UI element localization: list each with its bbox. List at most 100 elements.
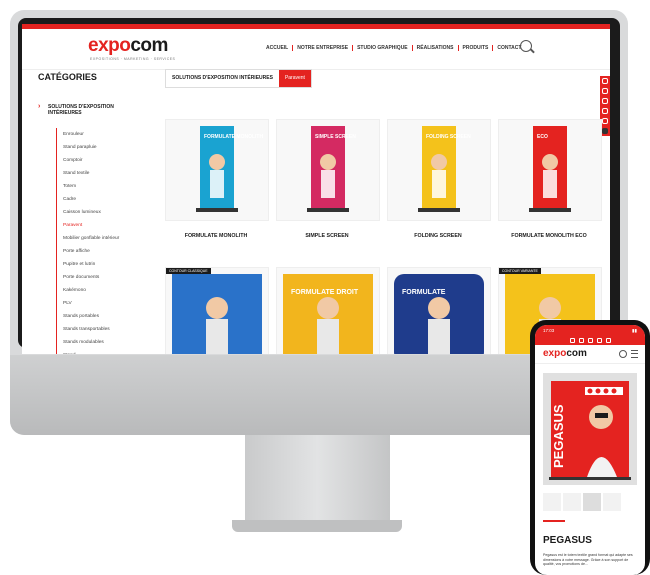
instagram-icon[interactable]	[587, 338, 593, 343]
phone-status-bar: 17:03 ▮▮	[535, 325, 645, 337]
sidebar-item[interactable]: PLV	[56, 297, 158, 310]
pegasus-banner-graphic: PEGASUS	[549, 381, 631, 480]
product-badge: CONTOUR CLASSIQUE	[166, 268, 211, 274]
smartphone: 17:03 ▮▮ expocom PEGASUS PEGASUS Pegasus…	[530, 320, 650, 575]
logo-text-accent: com	[130, 35, 168, 56]
phone-product-image: PEGASUS	[543, 373, 637, 485]
banner-text: FORMULATE	[402, 289, 446, 296]
banner-text: SIMPLE SCREEN	[315, 134, 356, 140]
thumbnail[interactable]	[603, 493, 621, 511]
product-image: FORMULATE	[394, 274, 484, 354]
sidebar-item[interactable]: Comptoir	[56, 154, 158, 167]
sidebar-item[interactable]: Paravent	[56, 219, 158, 232]
product-image: FOLDING SCREEN	[418, 126, 471, 212]
logo-tagline: EXPOSITIONS · MARKETING · SERVICES	[90, 57, 176, 61]
sidebar-item[interactable]: Stands modulables	[56, 336, 158, 349]
nav-accueil[interactable]: ACCUEIL	[262, 45, 294, 51]
product-card[interactable]: SIMPLE SCREEN	[276, 119, 380, 221]
product-badge: CONTOUR VARIANTE	[499, 268, 541, 274]
category-list: Enrouleur Stand parapluie Comptoir Stand te…	[38, 128, 158, 354]
sidebar-item[interactable]: Stand parapluie	[56, 141, 158, 154]
product-card[interactable]: CONTOUR CLASSIQUE	[165, 267, 269, 354]
search-icon[interactable]	[520, 40, 532, 52]
phone-screen: 17:03 ▮▮ expocom PEGASUS PEGASUS Pegasus…	[535, 325, 645, 575]
sidebar-item[interactable]: Mobilier gonflable intérieur	[56, 232, 158, 245]
product-label[interactable]: SIMPLE SCREEN	[272, 233, 382, 239]
product-image: FORMULATE MONOLITH	[196, 126, 263, 212]
product-label[interactable]: FOLDING SCREEN	[383, 233, 493, 239]
phone-logo-main: expo	[543, 348, 567, 359]
category-sidebar: CATÉGORIES › SOLUTIONS D'EXPOSITION INTÉ…	[38, 72, 158, 354]
banner-text: ECO	[537, 134, 548, 140]
logo-text-main: expo	[88, 35, 131, 56]
instagram-icon[interactable]	[602, 98, 608, 104]
sidebar-item[interactable]: Stands transportables	[56, 323, 158, 336]
sidebar-item[interactable]: Cadre	[56, 193, 158, 206]
product-card[interactable]: ECO	[498, 119, 602, 221]
phone-logo-accent: com	[566, 348, 587, 359]
sidebar-item[interactable]: Porte affiche	[56, 245, 158, 258]
linkedin-icon[interactable]	[569, 338, 575, 343]
youtube-icon[interactable]	[605, 338, 611, 343]
sidebar-item[interactable]: Caisson lumineux	[56, 206, 158, 219]
product-image	[172, 274, 262, 354]
sidebar-item[interactable]: Stands portables	[56, 310, 158, 323]
sidebar-item[interactable]: Porte documents	[56, 271, 158, 284]
sidebar-section[interactable]: › SOLUTIONS D'EXPOSITION INTÉRIEURES	[38, 103, 158, 116]
sidebar-item[interactable]: Totem	[56, 180, 158, 193]
facebook-icon[interactable]	[602, 88, 608, 94]
mail-icon[interactable]	[602, 128, 608, 134]
product-card[interactable]: FORMULATE DROIT	[276, 267, 380, 354]
sidebar-item[interactable]: Pupitre et lutrin	[56, 258, 158, 271]
nav-entreprise[interactable]: NOTRE ENTREPRISE	[293, 45, 354, 51]
phone-product-description: Pegasus est le totem textile grand forma…	[543, 553, 633, 566]
phone-header: expocom	[535, 345, 645, 364]
sidebar-item[interactable]: Kakémono	[56, 284, 158, 297]
tab-breadcrumb[interactable]: SOLUTIONS D'EXPOSITION INTÉRIEURES	[166, 70, 279, 87]
product-card[interactable]: FOLDING SCREEN	[387, 119, 491, 221]
product-card[interactable]: FORMULATE MONOLITH	[165, 119, 269, 221]
main-nav: ACCUEIL NOTRE ENTREPRISE STUDIO GRAPHIQU…	[262, 45, 525, 51]
product-image: SIMPLE SCREEN	[307, 126, 356, 212]
tab-current[interactable]: Paravent	[278, 70, 311, 87]
product-image: FORMULATE DROIT	[283, 274, 373, 354]
sidebar-item[interactable]: Stand textile	[56, 167, 158, 180]
search-icon[interactable]	[619, 350, 627, 358]
phone-logo[interactable]: expocom	[543, 348, 587, 359]
nav-produits[interactable]: PRODUITS	[459, 45, 494, 51]
battery-icon: ▮▮	[632, 328, 637, 333]
youtube-icon[interactable]	[602, 118, 608, 124]
facebook-icon[interactable]	[578, 338, 584, 343]
thumbnail[interactable]	[583, 493, 601, 511]
sidebar-title: CATÉGORIES	[38, 72, 97, 82]
monitor-stand	[245, 435, 390, 523]
banner-text: FOLDING SCREEN	[426, 134, 471, 140]
pinterest-icon[interactable]	[602, 108, 608, 114]
product-label[interactable]: FORMULATE MONOLITH ECO	[494, 233, 604, 239]
site-header: expocom EXPOSITIONS · MARKETING · SERVIC…	[22, 29, 610, 70]
chevron-right-icon: ›	[38, 103, 41, 110]
nav-studio[interactable]: STUDIO GRAPHIQUE	[353, 45, 413, 51]
phone-product-title: PEGASUS	[543, 535, 592, 546]
title-accent-line	[543, 520, 565, 522]
hamburger-menu-icon[interactable]	[631, 350, 638, 358]
sidebar-item[interactable]: Stand	[56, 349, 158, 354]
site-logo[interactable]: expocom	[88, 35, 168, 57]
phone-thumbnails	[543, 493, 621, 511]
website-screen: expocom EXPOSITIONS · MARKETING · SERVIC…	[22, 24, 610, 354]
pegasus-banner-text: PEGASUS	[551, 404, 566, 468]
monitor-foot	[232, 520, 402, 532]
product-label[interactable]: FORMULATE MONOLITH	[161, 233, 271, 239]
phone-social-bar	[535, 337, 645, 345]
thumbnail[interactable]	[543, 493, 561, 511]
linkedin-icon[interactable]	[602, 78, 608, 84]
breadcrumb-tabs: SOLUTIONS D'EXPOSITION INTÉRIEURES Parav…	[165, 69, 312, 88]
thumbnail[interactable]	[563, 493, 581, 511]
phone-time: 17:03	[543, 328, 555, 333]
product-card[interactable]: FORMULATE	[387, 267, 491, 354]
sidebar-item[interactable]: Enrouleur	[56, 128, 158, 141]
product-image: ECO	[529, 126, 571, 212]
nav-realisations[interactable]: RÉALISATIONS	[413, 45, 459, 51]
pinterest-icon[interactable]	[596, 338, 602, 343]
sidebar-section-label: SOLUTIONS D'EXPOSITION INTÉRIEURES	[48, 104, 114, 116]
